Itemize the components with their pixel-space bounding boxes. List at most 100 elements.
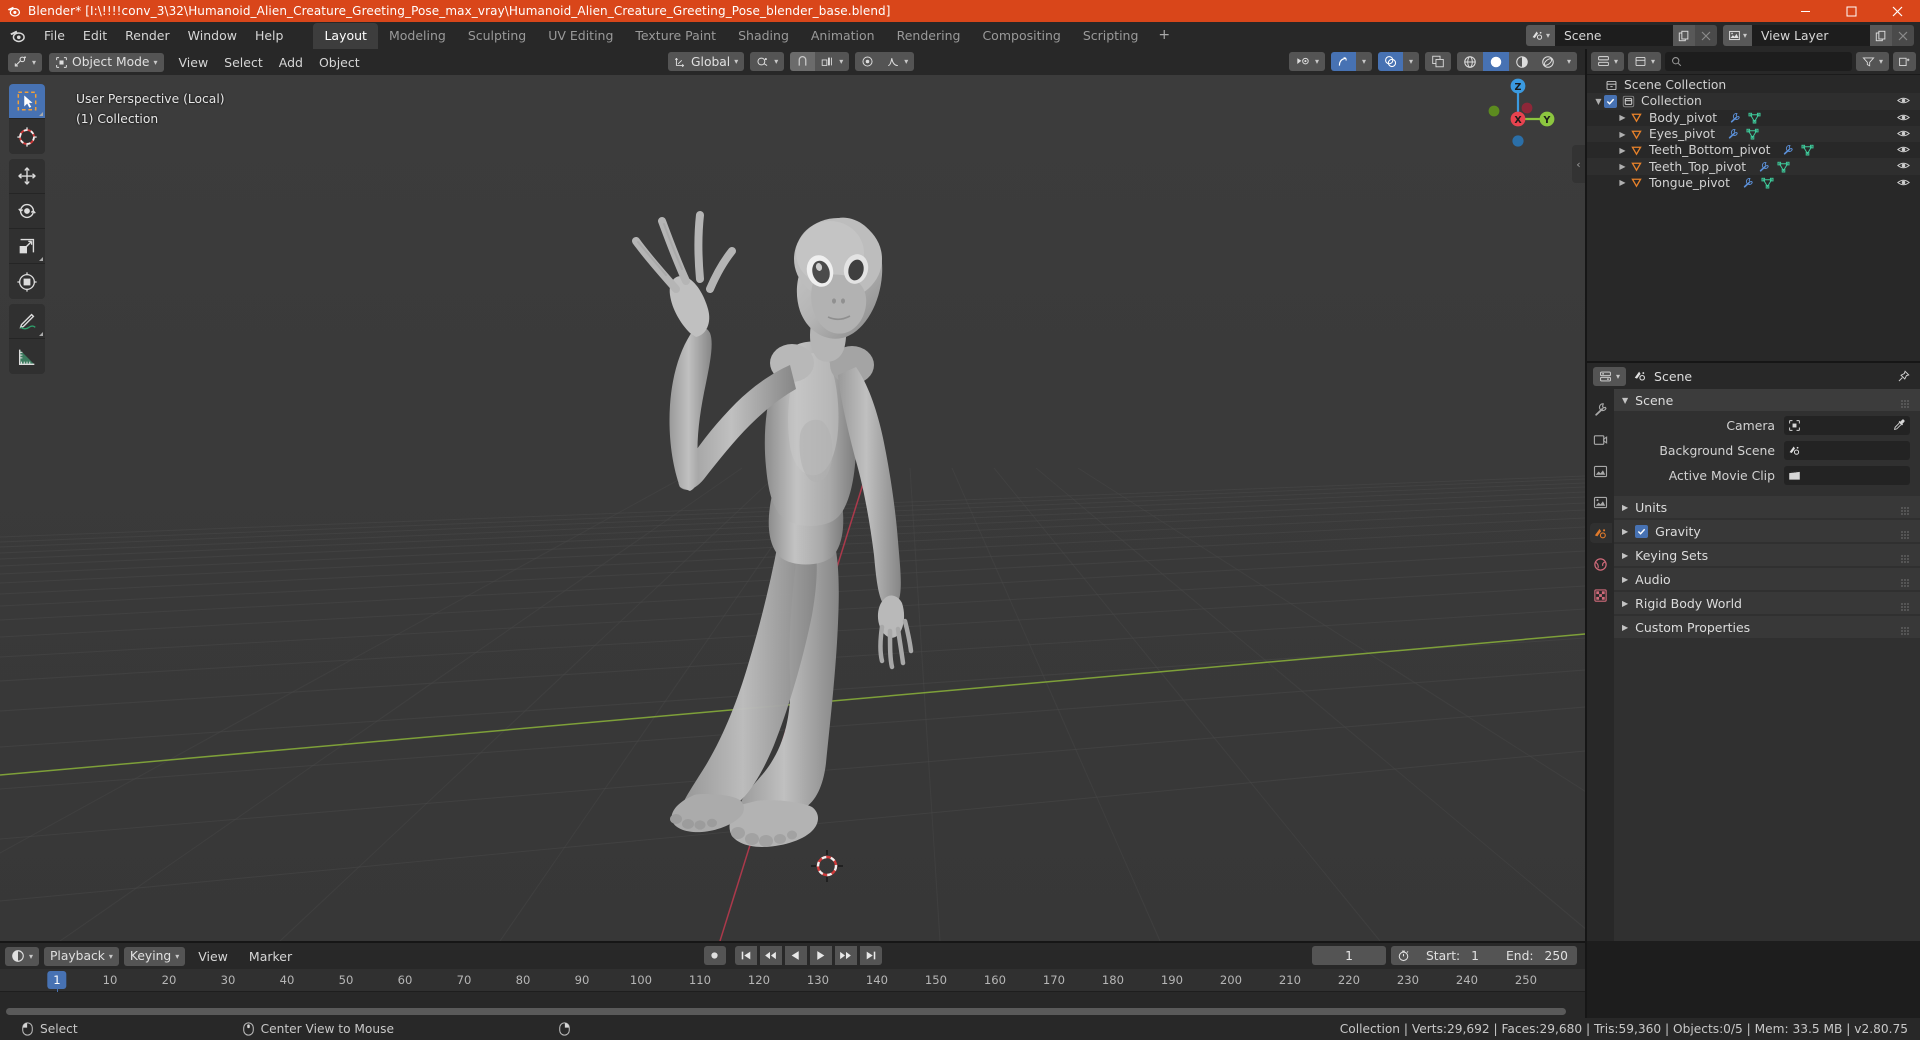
expand-triangle-icon[interactable]: ▼ [1593, 97, 1604, 106]
wrench-icon[interactable] [1782, 144, 1794, 156]
rotate-tool[interactable] [9, 194, 45, 229]
visibility-eye-icon[interactable] [1897, 160, 1910, 174]
wrench-icon[interactable] [1729, 112, 1741, 124]
timeline-editor[interactable]: ▾ Playback ▾ Keying ▾ View Marker 1 Star… [0, 943, 1585, 1018]
shading-settings-selector[interactable]: ▾ [1560, 52, 1577, 71]
transform-orientation-selector[interactable]: Global ▾ [668, 52, 745, 71]
viewport-menu-object[interactable]: Object [311, 53, 368, 72]
properties-tab-tool[interactable] [1590, 399, 1612, 419]
camera-field[interactable] [1784, 415, 1910, 435]
play-button[interactable] [809, 946, 832, 965]
menu-help[interactable]: Help [246, 25, 293, 46]
3d-viewport[interactable]: ▾ Object Mode ▾ View Select Add Object G… [0, 49, 1585, 941]
transform-tool[interactable] [9, 264, 45, 299]
visibility-eye-icon[interactable] [1897, 177, 1910, 191]
shading-rendered-button[interactable] [1534, 52, 1561, 71]
interaction-mode-selector[interactable]: Object Mode ▾ [49, 52, 164, 72]
proportional-editing-toggle[interactable] [855, 52, 881, 71]
tab-sculpting[interactable]: Sculpting [457, 23, 537, 49]
outliner-row-teeth-bottom-pivot[interactable]: ▶ Teeth_Bottom_pivot [1587, 142, 1920, 158]
menu-file[interactable]: File [35, 25, 74, 46]
outliner-editor-type-selector[interactable]: ▾ [1591, 52, 1625, 71]
visibility-selector[interactable]: ▾ [1288, 52, 1325, 71]
view-layer-name-field[interactable]: View Layer [1752, 25, 1870, 46]
visibility-eye-icon[interactable] [1897, 128, 1910, 142]
previous-keyframe-button[interactable] [759, 946, 782, 965]
outliner-search-input[interactable] [1665, 52, 1852, 71]
select-box-tool[interactable] [9, 84, 45, 119]
outliner-filter-button[interactable]: ▾ [1855, 52, 1889, 71]
panel-header-gravity[interactable]: ▶ Gravity [1614, 520, 1920, 542]
new-scene-button[interactable] [1672, 25, 1695, 46]
panel-header-scene[interactable]: ▼ Scene [1614, 389, 1920, 411]
shading-wireframe-button[interactable] [1456, 52, 1483, 71]
view-layer-selector[interactable]: ▾ View Layer [1722, 25, 1914, 46]
mesh-data-icon[interactable] [1748, 112, 1761, 124]
play-reverse-button[interactable] [784, 946, 807, 965]
collection-checkbox[interactable] [1604, 94, 1617, 108]
jump-to-start-button[interactable] [734, 946, 757, 965]
outliner-row-eyes-pivot[interactable]: ▶ Eyes_pivot [1587, 125, 1920, 143]
blender-logo-icon[interactable] [7, 26, 27, 46]
navigation-gizmo[interactable]: Z Y X [1477, 71, 1559, 153]
tab-texture-paint[interactable]: Texture Paint [624, 23, 727, 49]
properties-tab-scene[interactable] [1589, 523, 1612, 543]
expand-triangle-icon[interactable]: ▶ [1617, 178, 1628, 187]
show-overlays-toggle[interactable] [1377, 52, 1403, 71]
properties-tab-world[interactable] [1590, 554, 1612, 574]
panel-header-rigid-body-world[interactable]: ▶ Rigid Body World [1614, 592, 1920, 614]
cursor-tool[interactable] [9, 119, 45, 154]
remove-view-layer-button[interactable] [1892, 25, 1914, 46]
expand-triangle-icon[interactable]: ▶ [1617, 113, 1628, 122]
wrench-icon[interactable] [1742, 177, 1754, 189]
panel-header-units[interactable]: ▶ Units [1614, 496, 1920, 518]
auto-keyframe-button[interactable] [703, 946, 726, 965]
tab-layout[interactable]: Layout [313, 23, 378, 49]
editor-type-selector[interactable]: ▾ [8, 52, 43, 72]
tab-scripting[interactable]: Scripting [1072, 23, 1150, 49]
jump-to-end-button[interactable] [859, 946, 882, 965]
background-scene-field[interactable] [1784, 440, 1910, 460]
scene-name-field[interactable]: Scene [1554, 25, 1673, 46]
mesh-data-icon[interactable] [1777, 161, 1790, 173]
scale-tool[interactable] [9, 229, 45, 264]
proportional-falloff-selector[interactable]: ▾ [880, 52, 915, 71]
show-gizmo-toggle[interactable] [1330, 52, 1356, 71]
mesh-data-icon[interactable] [1761, 177, 1774, 189]
overlays-settings-selector[interactable]: ▾ [1402, 52, 1419, 71]
unlink-scene-button[interactable] [1694, 25, 1717, 46]
outliner-tree[interactable]: Scene Collection ▼ Collection ▶ Body_piv… [1587, 75, 1920, 361]
maximize-button[interactable] [1828, 0, 1874, 22]
outliner-editor[interactable]: ▾ ▾ ▾ Scene Collection ▼ Collection ▶ Bo… [1587, 49, 1920, 361]
close-button[interactable] [1874, 0, 1920, 22]
timeline-horizontal-scrollbar[interactable] [6, 1008, 1566, 1015]
outliner-row-scene-collection[interactable]: Scene Collection [1587, 77, 1920, 93]
properties-tab-output[interactable] [1590, 461, 1612, 481]
add-workspace-button[interactable]: + [1149, 24, 1179, 49]
gravity-checkbox[interactable] [1635, 524, 1649, 538]
snap-toggle-button[interactable] [790, 52, 816, 71]
active-movie-clip-field[interactable] [1784, 465, 1910, 485]
start-frame-value[interactable]: 1 [1471, 949, 1479, 963]
wrench-icon[interactable] [1758, 161, 1770, 173]
frame-range-fields[interactable]: Start: 1 End: 250 [1416, 946, 1577, 965]
outliner-new-collection-button[interactable] [1893, 52, 1916, 71]
tab-animation[interactable]: Animation [800, 23, 886, 49]
viewport-sidebar-toggle[interactable]: ‹ [1572, 145, 1585, 183]
gizmo-settings-selector[interactable]: ▾ [1355, 52, 1372, 71]
scene-selector[interactable]: ▾ Scene [1525, 25, 1717, 46]
pin-icon[interactable] [1897, 369, 1910, 383]
timeline-track-area[interactable] [0, 992, 1585, 1018]
pivot-point-selector[interactable]: ▾ [750, 52, 785, 71]
expand-triangle-icon[interactable]: ▶ [1617, 146, 1628, 155]
viewport-menu-add[interactable]: Add [271, 53, 311, 72]
menu-edit[interactable]: Edit [74, 25, 116, 46]
panel-header-keying-sets[interactable]: ▶ Keying Sets [1614, 544, 1920, 566]
use-preview-range-button[interactable] [1390, 946, 1417, 965]
panel-header-audio[interactable]: ▶ Audio [1614, 568, 1920, 590]
new-view-layer-button[interactable] [1870, 25, 1892, 46]
move-tool[interactable] [9, 159, 45, 194]
snap-settings-selector[interactable]: ▾ [815, 52, 850, 71]
properties-editor-type-selector[interactable]: ▾ [1593, 366, 1627, 386]
properties-content[interactable]: ▼ Scene Camera Background Scene Active M… [1614, 389, 1920, 941]
